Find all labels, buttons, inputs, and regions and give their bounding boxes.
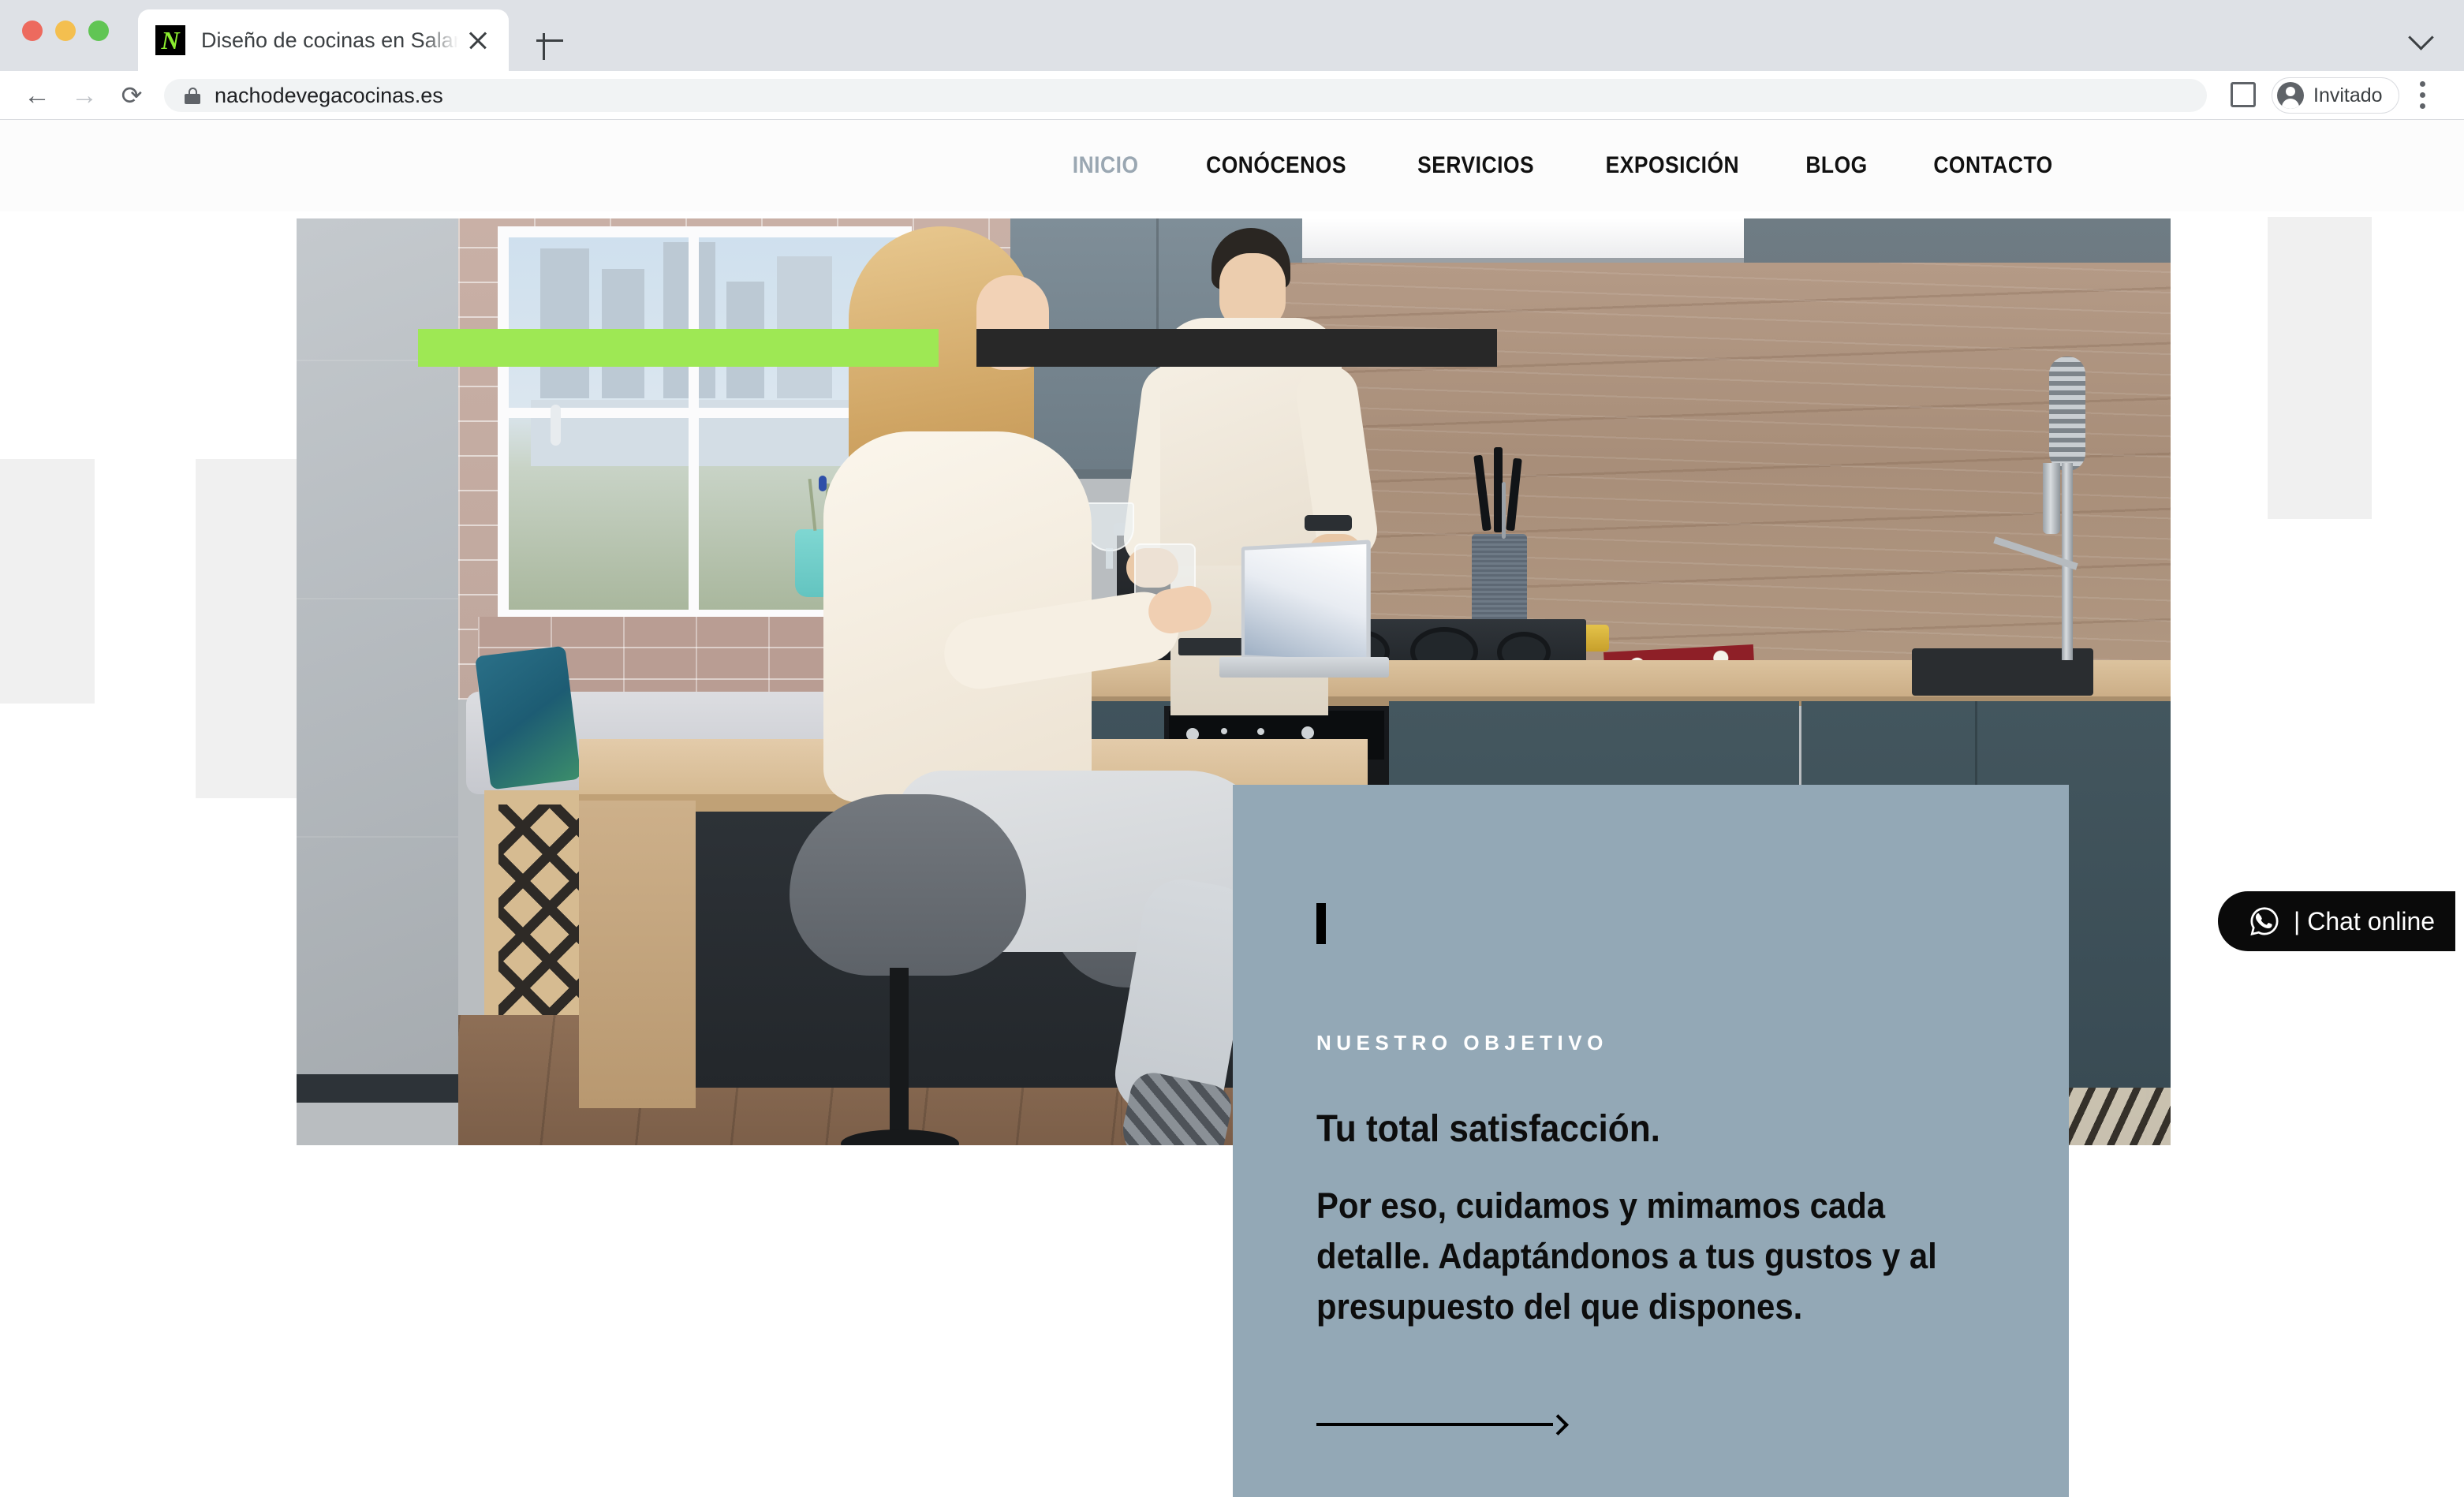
island-side-panel bbox=[579, 801, 696, 1108]
laptop-keyboard bbox=[1219, 657, 1389, 678]
profile-button[interactable]: Invitado bbox=[2272, 77, 2399, 114]
tab-strip: N Diseño de cocinas en Salamanc bbox=[0, 0, 2464, 71]
site-favicon-icon: N bbox=[155, 25, 185, 55]
back-arrow-icon: ← bbox=[24, 80, 50, 110]
main-navigation: INICIO CONÓCENOS SERVICIOS EXPOSICIÓN BL… bbox=[1041, 120, 2088, 211]
faucet-spout bbox=[2043, 463, 2060, 534]
nav-item-servicios[interactable]: SERVICIOS bbox=[1394, 152, 1559, 179]
nav-item-contacto[interactable]: CONTACTO bbox=[1910, 152, 2077, 179]
bench-pillow bbox=[475, 645, 581, 790]
nav-item-inicio[interactable]: INICIO bbox=[1049, 152, 1163, 179]
bar-stool-first-pole bbox=[890, 968, 909, 1145]
forward-button[interactable]: → bbox=[69, 80, 99, 110]
lock-icon bbox=[185, 86, 200, 105]
glass-dish bbox=[1085, 502, 1134, 551]
card-paragraph: Por eso, cuidamos y mimamos cada detalle… bbox=[1316, 1185, 1937, 1327]
arrow-right-icon[interactable] bbox=[1316, 1413, 1569, 1435]
reload-icon: ⟳ bbox=[121, 81, 143, 110]
nav-item-blog[interactable]: BLOG bbox=[1783, 152, 1891, 179]
maximize-window-button[interactable] bbox=[88, 21, 109, 41]
window-handle bbox=[551, 405, 561, 446]
chat-online-label: | Chat online bbox=[2294, 906, 2436, 935]
kebab-menu-icon[interactable] bbox=[2420, 81, 2426, 110]
decorative-block-right bbox=[2268, 217, 2372, 519]
laptop-screen bbox=[1241, 539, 1371, 666]
tab-title: Diseño de cocinas en Salamanc bbox=[201, 28, 458, 52]
card-heading: Tu total satisfacción. bbox=[1316, 1108, 1660, 1150]
browser-tab[interactable]: N Diseño de cocinas en Salamanc bbox=[138, 9, 509, 71]
forward-arrow-icon: → bbox=[71, 80, 98, 110]
browser-toolbar: ← → ⟳ nachodevegacocinas.es Invitado bbox=[0, 71, 2464, 120]
knives bbox=[1473, 447, 1536, 542]
site-header: INICIO CONÓCENOS SERVICIOS EXPOSICIÓN BL… bbox=[0, 120, 2464, 211]
minimize-window-button[interactable] bbox=[55, 21, 76, 41]
nav-item-exposicion[interactable]: EXPOSICIÓN bbox=[1581, 152, 1762, 179]
faucet-spring bbox=[2049, 357, 2085, 471]
decorative-block-left-far bbox=[0, 459, 95, 704]
whatsapp-icon bbox=[2250, 907, 2279, 936]
chevron-down-icon[interactable] bbox=[2409, 24, 2434, 49]
new-tab-icon[interactable] bbox=[530, 21, 569, 60]
browser-chrome: N Diseño de cocinas en Salamanc ← → ⟳ na… bbox=[0, 0, 2464, 120]
dark-accent-bar bbox=[976, 329, 1497, 367]
address-bar[interactable]: nachodevegacocinas.es bbox=[164, 79, 2207, 112]
range-hood bbox=[1302, 218, 1744, 263]
bar-stool-first bbox=[790, 794, 1026, 976]
reload-button[interactable]: ⟳ bbox=[117, 80, 147, 110]
window-traffic-lights bbox=[22, 21, 109, 41]
chat-online-button[interactable]: | Chat online bbox=[2218, 891, 2456, 951]
glass-dish-stem bbox=[1106, 548, 1113, 569]
wood-backsplash bbox=[1279, 263, 2171, 673]
concrete-wall-base bbox=[297, 1074, 458, 1103]
card-tick-mark bbox=[1316, 903, 1326, 944]
close-window-button[interactable] bbox=[22, 21, 43, 41]
back-button[interactable]: ← bbox=[22, 80, 52, 110]
close-tab-icon[interactable] bbox=[465, 27, 491, 54]
profile-name: Invitado bbox=[2313, 84, 2383, 106]
mousepad bbox=[1178, 638, 1245, 655]
split-panel-icon[interactable] bbox=[2231, 82, 2256, 107]
man-wristwatch bbox=[1305, 515, 1352, 531]
green-accent-bar bbox=[418, 329, 939, 367]
card-eyebrow: NUESTRO OBJETIVO bbox=[1316, 1031, 1608, 1055]
avatar bbox=[2277, 82, 2304, 109]
url-text: nachodevegacocinas.es bbox=[215, 83, 443, 107]
page-viewport: sueños... hacerlos realidad. bbox=[0, 120, 2464, 1497]
nav-item-conocenos[interactable]: CONÓCENOS bbox=[1182, 152, 1370, 179]
